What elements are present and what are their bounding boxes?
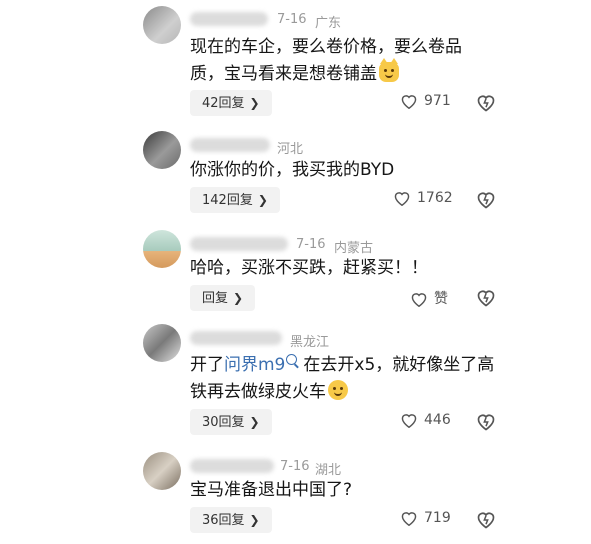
heart-icon [411,293,427,308]
dislike-icon[interactable] [476,190,496,210]
heart-icon [394,192,410,207]
reply-button[interactable]: 回复 ❯ [190,285,256,311]
comment-text: 现在的车企，要么卷价格，要么卷品 质，宝马看来是想卷铺盖 [190,34,510,88]
avatar[interactable] [143,131,181,169]
avatar[interactable] [143,230,181,268]
smile-emoji-icon [328,380,348,400]
dislike-icon[interactable] [476,510,496,530]
like-button[interactable]: 1762 [393,190,453,207]
comment-text: 开了问界m9 在去开x5，就好像坐了高 铁再去做绿皮火车 [190,352,520,406]
comment-text: 哈哈，买涨不买跌，赶紧买！！ [190,255,510,282]
comment-location: 内蒙古 [334,241,374,256]
username-blurred[interactable] [190,12,268,26]
comment-text-line: 开了问界m9 在去开x5，就好像坐了高 [190,354,495,375]
comment-text-line: 质，宝马看来是想卷铺盖 [190,58,510,88]
dislike-icon[interactable] [476,93,496,113]
view-replies-button[interactable]: 142回复 ❯ [190,187,280,213]
comment-location: 黑龙江 [290,335,330,350]
cat-smile-emoji-icon [379,58,399,82]
view-replies-button[interactable]: 36回复 ❯ [190,507,272,533]
comment-location: 湖北 [315,463,342,478]
username-blurred[interactable] [190,237,288,251]
comment-text: 你涨你的价，我买我的BYD [190,157,510,184]
heart-icon [401,95,417,110]
comment-date: 7-16 [277,12,307,27]
like-button[interactable]: 971 [400,93,451,110]
comment-text: 宝马准备退出中国了? [190,477,510,504]
chevron-right-icon: ❯ [249,415,260,429]
product-link[interactable]: 问界m9 [224,355,285,375]
chevron-right-icon: ❯ [233,291,244,305]
comment-text-line: 哈哈，买涨不买跌，赶紧买！！ [190,258,428,278]
search-icon[interactable] [286,354,298,365]
comment-location: 广东 [315,16,342,31]
comment-date: 7-16 [280,459,310,474]
like-button[interactable]: 赞 [410,288,448,308]
comment-text-line: 铁再去做绿皮火车 [190,379,520,406]
username-blurred[interactable] [190,138,270,152]
comment-text-line: 现在的车企，要么卷价格，要么卷品 [190,37,462,57]
like-button[interactable]: 719 [400,510,451,527]
like-button[interactable]: 446 [400,412,451,429]
comment-date: 7-16 [296,237,326,252]
dislike-icon[interactable] [476,412,496,432]
view-replies-button[interactable]: 30回复 ❯ [190,409,272,435]
heart-icon [401,512,417,527]
comment-text-line: 宝马准备退出中国了? [190,480,353,500]
chevron-right-icon: ❯ [257,193,268,207]
avatar[interactable] [143,452,181,490]
dislike-icon[interactable] [476,288,496,308]
username-blurred[interactable] [190,331,282,345]
chevron-right-icon: ❯ [249,513,260,527]
comment-location: 河北 [277,142,304,157]
username-blurred[interactable] [190,459,274,473]
heart-icon [401,414,417,429]
view-replies-button[interactable]: 42回复 ❯ [190,90,272,116]
comment-text-line: 你涨你的价，我买我的BYD [190,160,395,180]
avatar[interactable] [143,6,181,44]
chevron-right-icon: ❯ [249,96,260,110]
avatar[interactable] [143,324,181,362]
